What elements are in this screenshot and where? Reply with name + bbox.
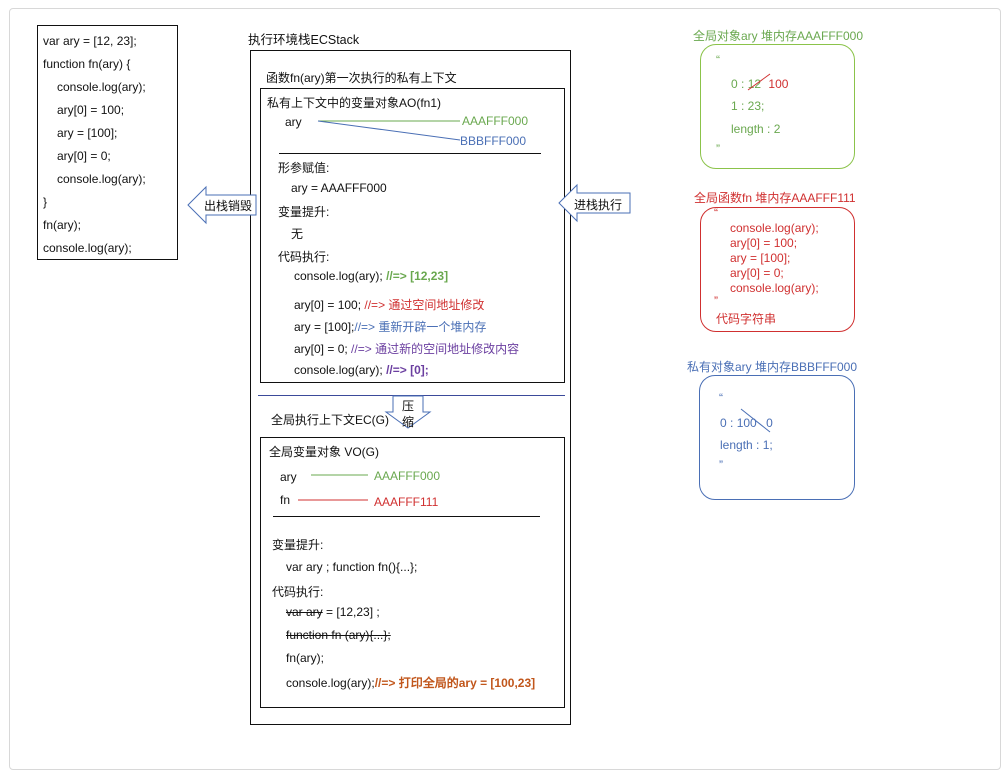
compress-text: 压 缩	[400, 398, 416, 430]
heap-private-strike	[740, 408, 771, 433]
ao-ary-line-new	[317, 120, 461, 141]
compress-char-1: 压	[401, 399, 414, 413]
exit-label: 出栈销毁	[204, 199, 253, 213]
heap-ary-strike	[747, 73, 771, 91]
compress-char-2: 缩	[401, 415, 414, 429]
enter-label: 进栈执行	[574, 198, 623, 212]
diagram-overlay	[187, 73, 771, 501]
